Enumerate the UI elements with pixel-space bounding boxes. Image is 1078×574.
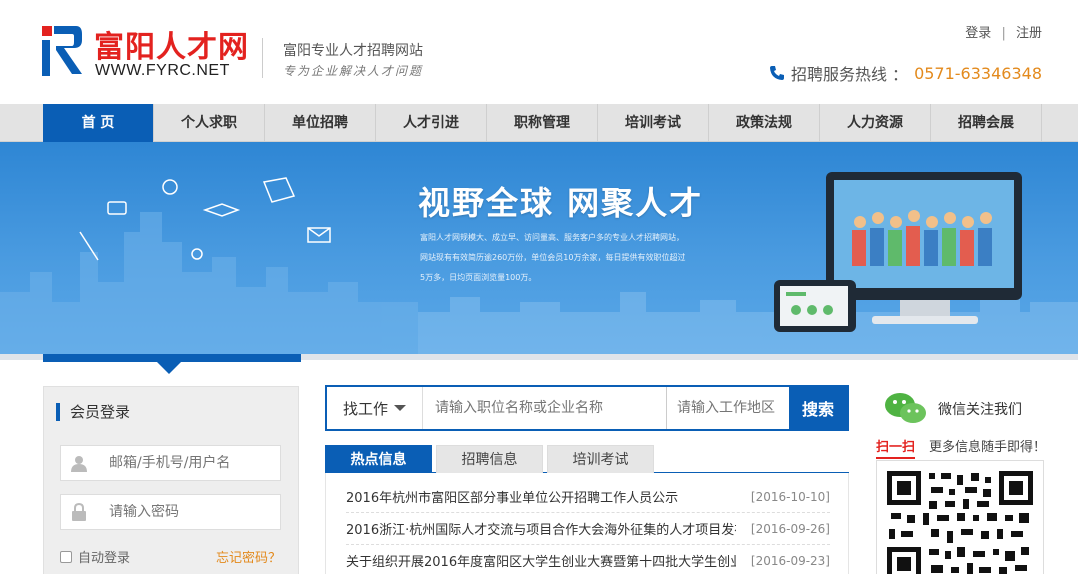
- nav-item-talent-introduction[interactable]: 人才引进: [376, 104, 487, 142]
- account-links: 登录 | 注册: [965, 22, 1042, 41]
- news-date: [2016-09-26]: [750, 521, 830, 536]
- list-item[interactable]: 2016年杭州市富阳区部分事业单位公开招聘工作人员公示 [2016-10-10]: [346, 481, 830, 513]
- area-input[interactable]: [667, 387, 789, 429]
- forgot-password-link[interactable]: 忘记密码？: [216, 547, 281, 566]
- scan-description: 更多信息随手即得！: [928, 440, 1046, 455]
- logo-divider: [262, 38, 263, 78]
- chat-bubble-icon: [107, 201, 127, 215]
- scan-hint: 扫一扫 更多信息随手即得！: [876, 436, 1046, 459]
- gear-doodle-icon: [191, 248, 203, 260]
- scan-label: 扫一扫: [876, 436, 916, 459]
- member-login-panel: 会员登录 自动登录 忘记密码？: [43, 386, 299, 574]
- register-link[interactable]: 注册: [1016, 26, 1042, 41]
- nav-item-job-fair[interactable]: 招聘会展: [931, 104, 1042, 142]
- banner-description: 富阳人才网规模大、成立早、访问量高、服务客户多的专业人才招聘网站，网站现有有效简…: [420, 233, 686, 282]
- main-nav: 首 页 个人求职 单位招聘 人才引进 职称管理 培训考试 政策法规 人力资源 招…: [0, 104, 1078, 142]
- search-type-dropdown[interactable]: 找工作: [327, 387, 423, 429]
- wechat-label: 微信关注我们: [938, 402, 1022, 418]
- list-item[interactable]: 关于组织开展2016年度富阳区大学生创业大赛暨第十四批大学生创业 [2016-0…: [346, 545, 830, 574]
- qr-code: [876, 460, 1044, 574]
- tab-recruitment-info[interactable]: 招聘信息: [436, 445, 543, 473]
- news-date: [2016-09-23]: [750, 553, 830, 568]
- news-list: 2016年杭州市富阳区部分事业单位公开招聘工作人员公示 [2016-10-10]…: [325, 473, 849, 574]
- pointer-arrow-icon: [157, 362, 181, 374]
- qr-code-icon: [887, 471, 1033, 574]
- job-search-bar: 找工作 搜索: [325, 385, 849, 431]
- nav-item-hr[interactable]: 人力资源: [820, 104, 931, 142]
- keyword-input[interactable]: [423, 387, 667, 429]
- site-tagline: 专为企业解决人才问题: [283, 64, 424, 78]
- site-header: 富阳人才网 WWW.FYRC.NET 富阳专业人才招聘网站 专为企业解决人才问题…: [0, 0, 1078, 104]
- user-icon: [61, 446, 97, 480]
- news-title[interactable]: 关于组织开展2016年度富阳区大学生创业大赛暨第十四批大学生创业: [346, 551, 736, 570]
- nav-item-recruitment[interactable]: 单位招聘: [265, 104, 376, 142]
- lightbulb-icon: [162, 179, 178, 195]
- title-accent-bar: [56, 402, 60, 421]
- hero-banner[interactable]: 视野全球 网聚人才 富阳人才网规模大、成立早、访问量高、服务客户多的专业人才招聘…: [0, 142, 1078, 354]
- news-date: [2016-10-10]: [750, 489, 830, 504]
- banner-bottom-accent: [43, 354, 301, 362]
- chevron-down-icon: [394, 405, 406, 411]
- news-title[interactable]: 2016浙江·杭州国际人才交流与项目合作大会海外征集的人才项目发布: [346, 519, 736, 538]
- login-link[interactable]: 登录: [965, 26, 991, 41]
- auto-login-option[interactable]: 自动登录: [60, 547, 130, 566]
- nav-item-home[interactable]: 首 页: [43, 104, 154, 142]
- hotline: 招聘服务热线 ： 0571-63346348: [769, 61, 1042, 85]
- book-icon: [262, 177, 296, 203]
- link-separator: |: [1001, 26, 1006, 41]
- search-button[interactable]: 搜索: [789, 387, 847, 429]
- graduation-cap-icon: [202, 203, 241, 217]
- tab-training-exam[interactable]: 培训考试: [547, 445, 654, 473]
- lock-icon: [61, 495, 97, 529]
- tab-hot-info[interactable]: 热点信息: [325, 445, 432, 473]
- nav-item-title-management[interactable]: 职称管理: [487, 104, 598, 142]
- banner-title: 视野全球 网聚人才: [418, 184, 704, 222]
- auto-login-checkbox[interactable]: [60, 550, 72, 563]
- logo-text[interactable]: 富阳人才网: [94, 22, 249, 66]
- hotline-number: 0571-63346348: [914, 63, 1042, 83]
- login-options: 自动登录 忘记密码？: [60, 547, 281, 566]
- logo-domain: WWW.FYRC.NET: [95, 62, 230, 79]
- info-tabs: 热点信息 招聘信息 培训考试: [325, 445, 849, 473]
- username-field[interactable]: [60, 445, 281, 481]
- nav-item-job-seeking[interactable]: 个人求职: [154, 104, 265, 142]
- auto-login-label: 自动登录: [78, 551, 131, 566]
- password-field[interactable]: [60, 494, 281, 530]
- wechat-follow: 微信关注我们: [884, 384, 1044, 434]
- news-title[interactable]: 2016年杭州市富阳区部分事业单位公开招聘工作人员公示: [346, 487, 736, 506]
- site-slogan: 富阳专业人才招聘网站: [283, 43, 423, 59]
- logo-icon[interactable]: [42, 24, 84, 78]
- username-input[interactable]: [97, 455, 267, 471]
- wechat-icon: [885, 393, 926, 423]
- login-title: 会员登录: [56, 401, 130, 422]
- nav-item-policy[interactable]: 政策法规: [709, 104, 820, 142]
- nav-item-training-exam[interactable]: 培训考试: [598, 104, 709, 142]
- login-title-text: 会员登录: [70, 403, 131, 421]
- password-input[interactable]: [97, 504, 267, 520]
- list-item[interactable]: 2016浙江·杭州国际人才交流与项目合作大会海外征集的人才项目发布 [2016-…: [346, 513, 830, 545]
- hotline-label: 招聘服务热线 ：: [790, 65, 909, 84]
- phone-icon: [769, 66, 784, 80]
- search-type-label: 找工作: [342, 399, 388, 418]
